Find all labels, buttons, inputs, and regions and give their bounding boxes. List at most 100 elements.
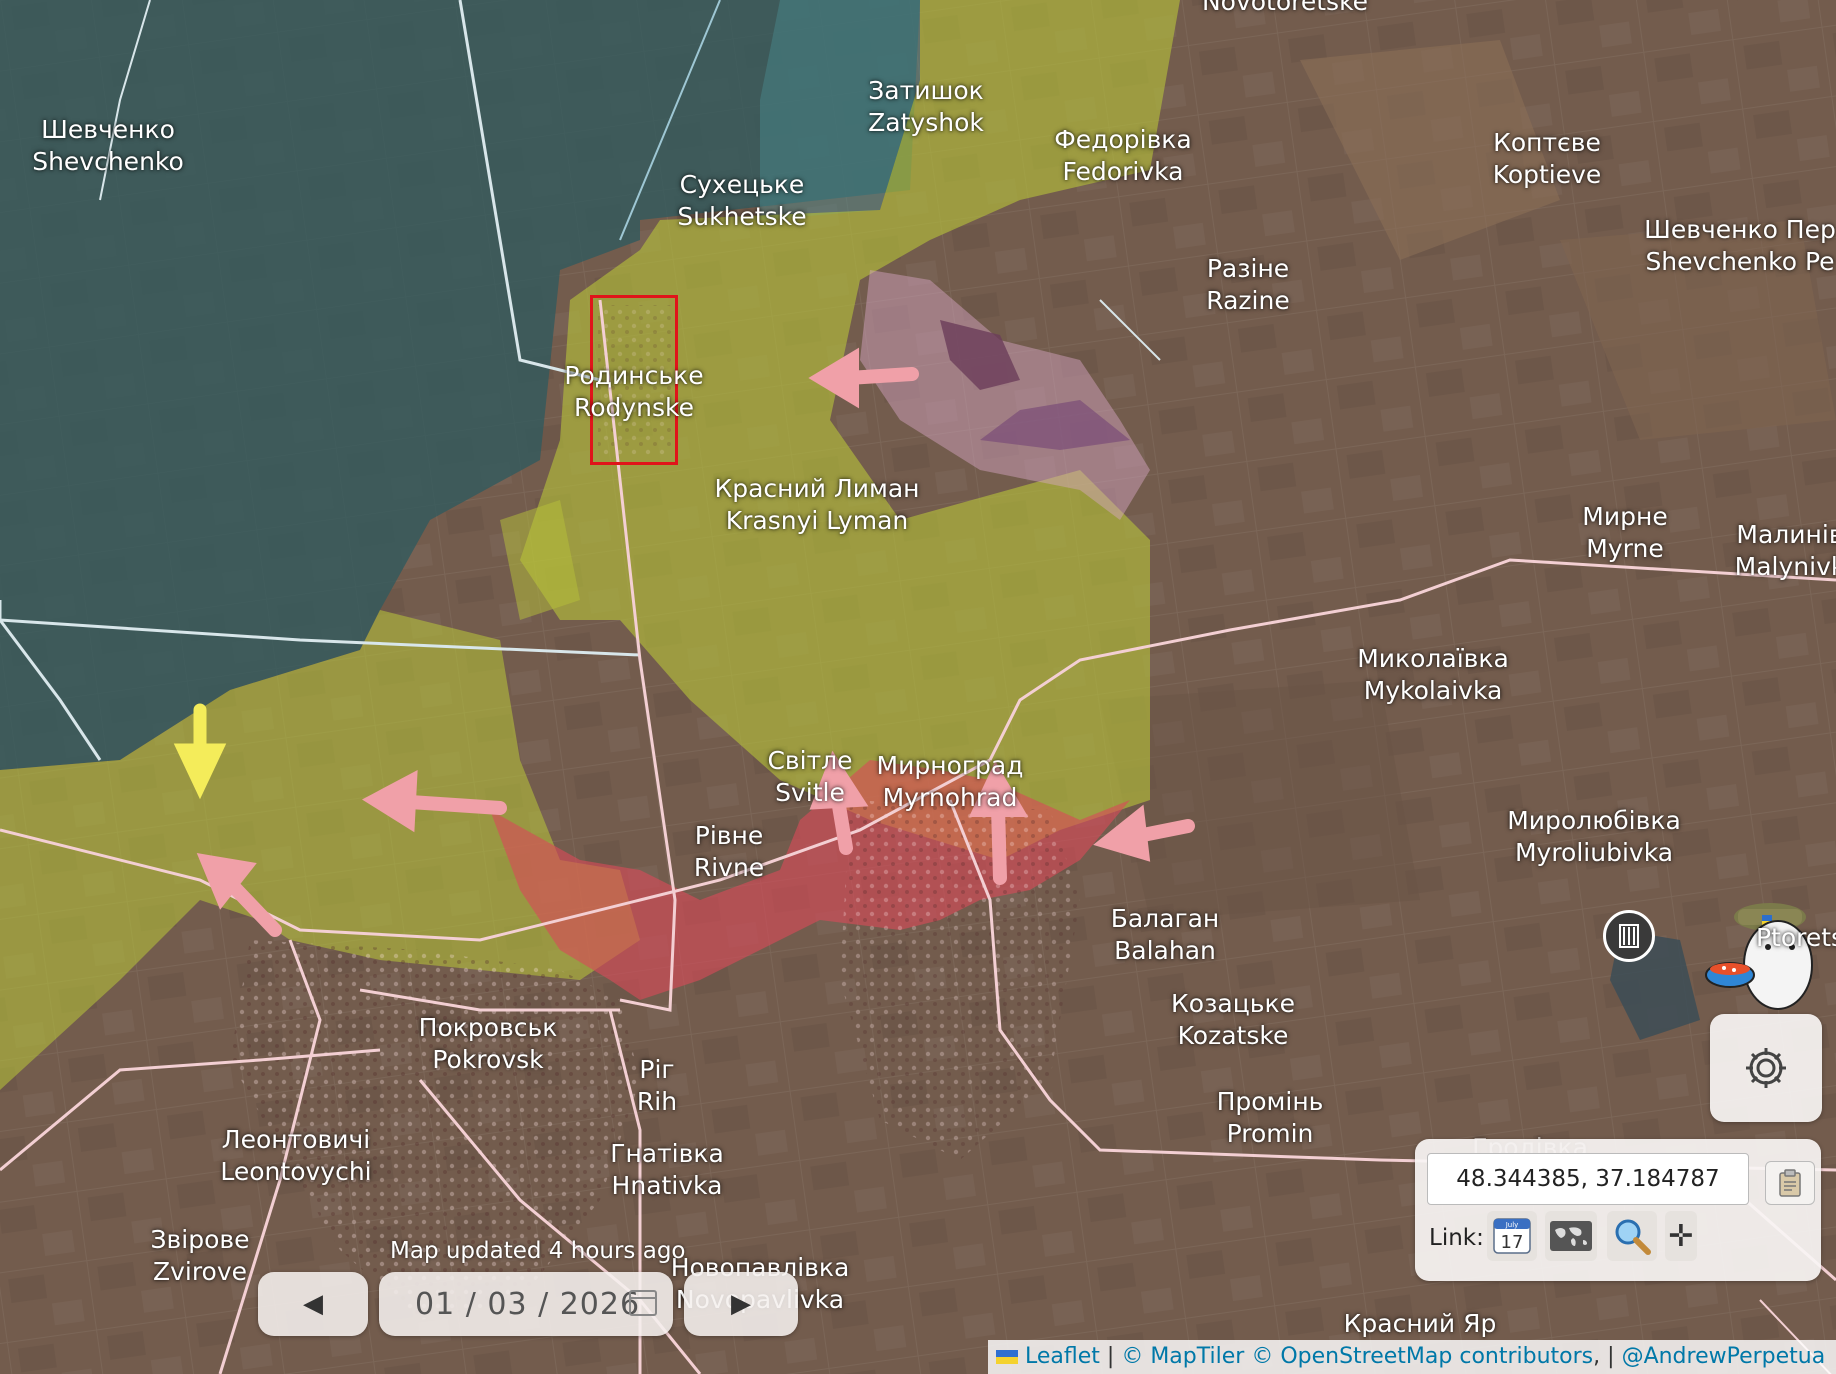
osm-link[interactable]: © OpenStreetMap contributors: [1251, 1344, 1593, 1369]
world-map-icon: [1550, 1221, 1592, 1251]
copy-coordinates-button[interactable]: [1765, 1161, 1815, 1205]
mascot-icon: [1700, 895, 1818, 1015]
place-name-uk: Миролюбівка: [1507, 806, 1681, 835]
place-name-en: Koptieve: [1492, 160, 1602, 189]
place-label-hnativka: Гнатівка Hnativka: [610, 1138, 724, 1202]
place-label-zatyshok: Затишок Zatyshok: [868, 75, 984, 139]
place-name-uk: Миколаївка: [1357, 644, 1509, 673]
place-label-balahan: Балаган Balahan: [1111, 903, 1220, 967]
place-name-en: Rodynske: [573, 393, 695, 422]
place-name-en: Razine: [1206, 286, 1290, 315]
place-name-uk: Покровськ: [418, 1013, 558, 1042]
place-name-en: Myroliubivka: [1514, 838, 1674, 867]
place-name-en: Shevchenko: [32, 147, 184, 176]
dam-icon[interactable]: [1603, 910, 1655, 962]
next-icon: ▶: [731, 1289, 751, 1319]
coordinates-input[interactable]: [1427, 1153, 1749, 1205]
place-name-en: Shevchenko Pe: [1645, 247, 1835, 276]
place-label-fedorivka: Федорівка Fedorivka: [1054, 124, 1191, 188]
place-label-koptieve: Коптєве Koptieve: [1493, 127, 1602, 191]
calendar-icon[interactable]: [629, 1290, 657, 1316]
author-link[interactable]: @AndrewPerpetua: [1622, 1344, 1826, 1369]
place-name-uk: Разіне: [1206, 254, 1290, 283]
place-name-en: Sukhetske: [677, 202, 807, 231]
place-name-en: Ptorets: [1755, 923, 1836, 952]
place-name-uk: Коптєве: [1493, 128, 1601, 157]
place-label-rih: Ріг Rih: [637, 1054, 677, 1118]
place-name-en: Kozatske: [1177, 1021, 1289, 1050]
leaflet-link[interactable]: Leaflet: [1025, 1344, 1100, 1369]
place-name-en: Leontovychi: [220, 1157, 372, 1186]
place-name-en: Rih: [636, 1087, 678, 1116]
calendar-17-icon: July 17: [1493, 1218, 1531, 1254]
place-label-myroliubivka: Миролюбівка Myroliubivka: [1507, 805, 1681, 869]
place-name-uk: Красний Яр: [1343, 1309, 1497, 1338]
link-label: Link:: [1429, 1225, 1484, 1251]
map-updated-status: Map updated 4 hours ago: [390, 1238, 686, 1264]
attribution-separator: |: [1607, 1344, 1615, 1369]
previous-date-button[interactable]: ◀: [258, 1272, 368, 1336]
place-name-uk: Промінь: [1216, 1087, 1324, 1116]
place-name-en: Balahan: [1114, 936, 1216, 965]
place-label-krasnyi-yar: Красний Яр: [1344, 1308, 1497, 1340]
place-name-uk: Леонтовичі: [221, 1125, 371, 1154]
place-label-promin: Промінь Promin: [1217, 1086, 1324, 1150]
place-name-en: Rivne: [693, 853, 765, 882]
place-name-uk: Родинське: [564, 361, 704, 390]
place-name-uk: Балаган: [1110, 904, 1220, 933]
place-name-uk: Мирне: [1582, 502, 1668, 531]
previous-icon: ◀: [303, 1289, 323, 1319]
place-name-en: Hnativka: [611, 1171, 723, 1200]
place-name-uk: Красний Лиман: [714, 474, 920, 503]
place-label-ptorets: Ptorets: [1756, 922, 1836, 954]
place-label-zvirove: Звірове Zvirove: [151, 1224, 250, 1288]
place-label-rivne: Рівне Rivne: [694, 820, 764, 884]
coordinates-panel: Link: July 17 ✛: [1415, 1139, 1821, 1281]
maptiler-link[interactable]: © MapTiler: [1121, 1344, 1244, 1369]
place-name-uk: Козацьке: [1171, 989, 1295, 1018]
gear-icon: [1746, 1048, 1786, 1088]
place-label-myrne: Мирне Myrne: [1582, 501, 1667, 565]
place-label-sukhetske: Сухецьке Sukhetske: [677, 169, 806, 233]
settings-button[interactable]: [1710, 1014, 1822, 1122]
place-label-pokrovsk: Покровськ Pokrovsk: [419, 1012, 558, 1076]
place-label-leontovychi: Леонтовичі Leontovychi: [220, 1124, 371, 1188]
place-name-uk: Світле: [767, 746, 853, 775]
place-label-malynivka: Малинів Malynivk: [1735, 519, 1836, 583]
ukraine-flag-icon: [996, 1350, 1018, 1364]
place-name-uk: Затишок: [868, 76, 984, 105]
place-name-en: Promin: [1226, 1119, 1314, 1148]
zoom-link-button[interactable]: [1607, 1211, 1657, 1261]
map-link-button[interactable]: [1545, 1211, 1597, 1261]
place-label-svitle: Світле Svitle: [767, 745, 852, 809]
crosshair-link-button[interactable]: ✛: [1665, 1211, 1697, 1261]
place-name-en: Fedorivka: [1062, 157, 1184, 186]
place-name-en: Malynivk: [1734, 552, 1836, 581]
next-date-button[interactable]: ▶: [684, 1272, 798, 1336]
place-name-uk: Мирноград: [876, 751, 1024, 780]
attribution-separator: |: [1106, 1344, 1115, 1369]
place-label-shevchenko-pershe: Шевченко Пер Shevchenko Pe: [1644, 214, 1836, 278]
place-name-en: Myrne: [1586, 534, 1664, 563]
calendar-link-button[interactable]: July 17: [1487, 1211, 1537, 1261]
clipboard-icon: [1779, 1169, 1801, 1197]
place-name-uk: Шевченко: [41, 115, 175, 144]
place-name-en: Svitle: [775, 778, 845, 807]
place-name-uk: Сухецьке: [679, 170, 805, 199]
place-name-uk: Ріг: [639, 1055, 675, 1084]
date-picker[interactable]: 01 / 03 / 2026: [379, 1272, 673, 1336]
magnifier-icon: [1615, 1219, 1651, 1255]
place-name-en: Myrnohrad: [882, 783, 1018, 812]
place-label-mykolaivka: Миколаївка Mykolaivka: [1357, 643, 1509, 707]
attribution-comma: ,: [1593, 1344, 1601, 1369]
place-label-novotoretske: Novotoretske: [1202, 0, 1368, 18]
place-name-en: Pokrovsk: [432, 1045, 544, 1074]
map-attribution: Leaflet | © MapTiler © OpenStreetMap con…: [988, 1340, 1836, 1374]
place-name-uk: Шевченко Пер: [1644, 215, 1836, 244]
place-label-rodynske: Родинське Rodynske: [564, 360, 703, 424]
place-name-en: Novotoretske: [1201, 0, 1369, 16]
date-value: 01 / 03 / 2026: [415, 1286, 641, 1322]
place-label-myrnohrad: Мирноград Myrnohrad: [877, 750, 1024, 814]
place-label-krasnyi-lyman: Красний Лиман Krasnyi Lyman: [714, 473, 919, 537]
place-name-en: Zatyshok: [868, 108, 984, 137]
